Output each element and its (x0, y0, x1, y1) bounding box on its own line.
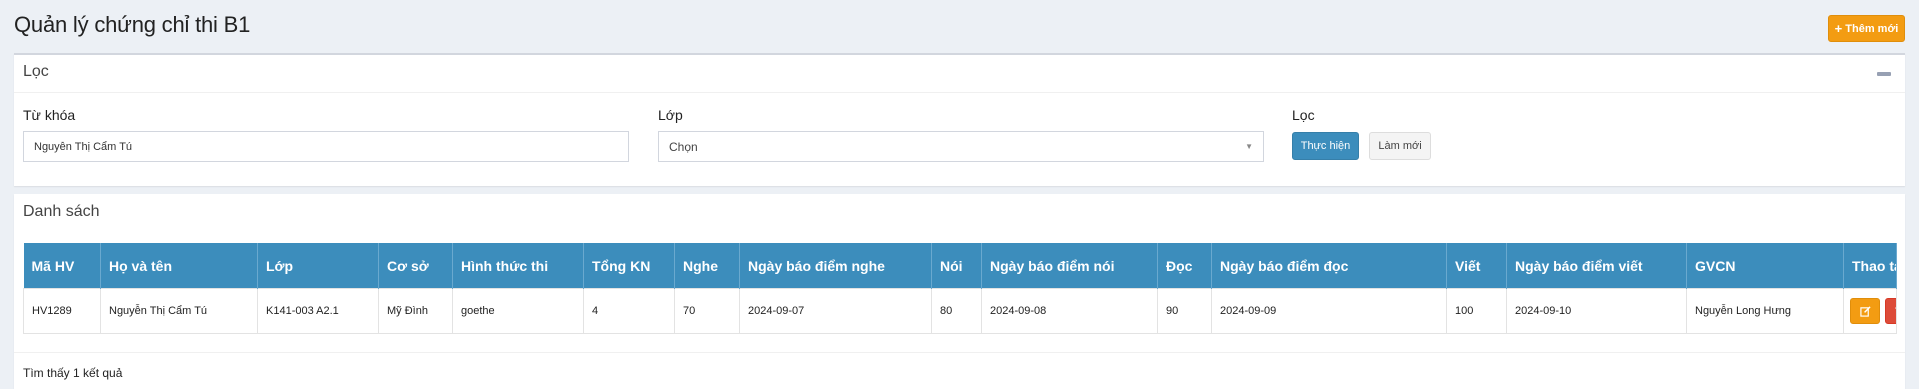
speaking-score-cell: 80 (931, 288, 982, 334)
keyword-input[interactable] (23, 131, 629, 162)
writing-score-cell: 100 (1446, 288, 1507, 334)
action-label: Lọc (1292, 107, 1315, 123)
column-header: Ngày báo điểm nghe (739, 243, 932, 289)
filter-divider (14, 92, 1905, 93)
column-header: Ngày báo điểm đọc (1211, 243, 1447, 289)
page-header: Quản lý chứng chỉ thi B1 + Thêm mới (0, 0, 1919, 54)
class-cell: K141-003 A2.1 (257, 288, 379, 334)
class-label: Lớp (658, 107, 683, 123)
column-header: Cơ sở (378, 243, 453, 289)
campus-cell: Mỹ Đình (378, 288, 453, 334)
class-select-value: Chọn (669, 139, 698, 154)
table-row: HV1289 Nguyễn Thị Cẩm Tú K141-003 A2.1 M… (23, 288, 1897, 334)
column-header: Mã HV (23, 243, 101, 289)
caret-down-icon: ▼ (1245, 142, 1253, 151)
add-new-button[interactable]: + Thêm mới (1828, 15, 1905, 42)
column-header: Đọc (1157, 243, 1212, 289)
result-count: Tìm thấy 1 kết quả (23, 366, 123, 380)
student-id-cell: HV1289 (23, 288, 101, 334)
list-divider (14, 352, 1905, 353)
apply-filter-button[interactable]: Thực hiện (1292, 132, 1359, 160)
writing-date-cell: 2024-09-10 (1506, 288, 1687, 334)
column-header: Họ và tên (100, 243, 258, 289)
listening-score-cell: 70 (674, 288, 740, 334)
homeroom-teacher-cell: Nguyễn Long Hưng (1686, 288, 1844, 334)
class-select[interactable]: Chọn ▼ (658, 131, 1264, 162)
column-header: Ngày báo điểm nói (981, 243, 1158, 289)
column-header: Nghe (674, 243, 740, 289)
trash-icon (1895, 306, 1896, 309)
list-panel-title: Danh sách (23, 203, 100, 220)
table-header-row: Mã HV Họ và tên Lớp Cơ sở Hình thức thi … (23, 243, 1897, 289)
list-panel: Danh sách Mã HV Họ và tên Lớp Cơ sở Hình… (14, 194, 1905, 389)
keyword-label: Từ khóa (23, 107, 76, 123)
filter-panel-title: Lọc (23, 63, 49, 80)
filter-panel: Lọc Từ khóa Lớp Chọn ▼ Lọc Thực hiện Làm… (14, 53, 1905, 186)
edit-button[interactable] (1850, 298, 1880, 324)
page-title: Quản lý chứng chỉ thi B1 (14, 12, 251, 37)
reset-filter-button[interactable]: Làm mới (1369, 132, 1431, 160)
column-header: Thao tác (1843, 243, 1897, 289)
student-name-cell: Nguyễn Thị Cẩm Tú (100, 288, 258, 334)
minus-icon[interactable] (1877, 72, 1891, 76)
delete-button[interactable] (1885, 298, 1896, 324)
exam-type-cell: goethe (452, 288, 584, 334)
add-new-label: Thêm mới (1845, 22, 1899, 35)
column-header: Viết (1446, 243, 1507, 289)
speaking-date-cell: 2024-09-08 (981, 288, 1158, 334)
certificate-table: Mã HV Họ và tên Lớp Cơ sở Hình thức thi … (23, 243, 1897, 334)
reading-score-cell: 90 (1157, 288, 1212, 334)
actions-cell (1843, 288, 1897, 334)
total-skills-cell: 4 (583, 288, 675, 334)
column-header: Tổng KN (583, 243, 675, 289)
column-header: Nói (931, 243, 982, 289)
column-header: Ngày báo điểm viết (1506, 243, 1687, 289)
edit-icon (1859, 305, 1871, 317)
listening-date-cell: 2024-09-07 (739, 288, 932, 334)
column-header: GVCN (1686, 243, 1844, 289)
plus-icon: + (1834, 21, 1843, 36)
reading-date-cell: 2024-09-09 (1211, 288, 1447, 334)
column-header: Lớp (257, 243, 379, 289)
column-header: Hình thức thi (452, 243, 584, 289)
